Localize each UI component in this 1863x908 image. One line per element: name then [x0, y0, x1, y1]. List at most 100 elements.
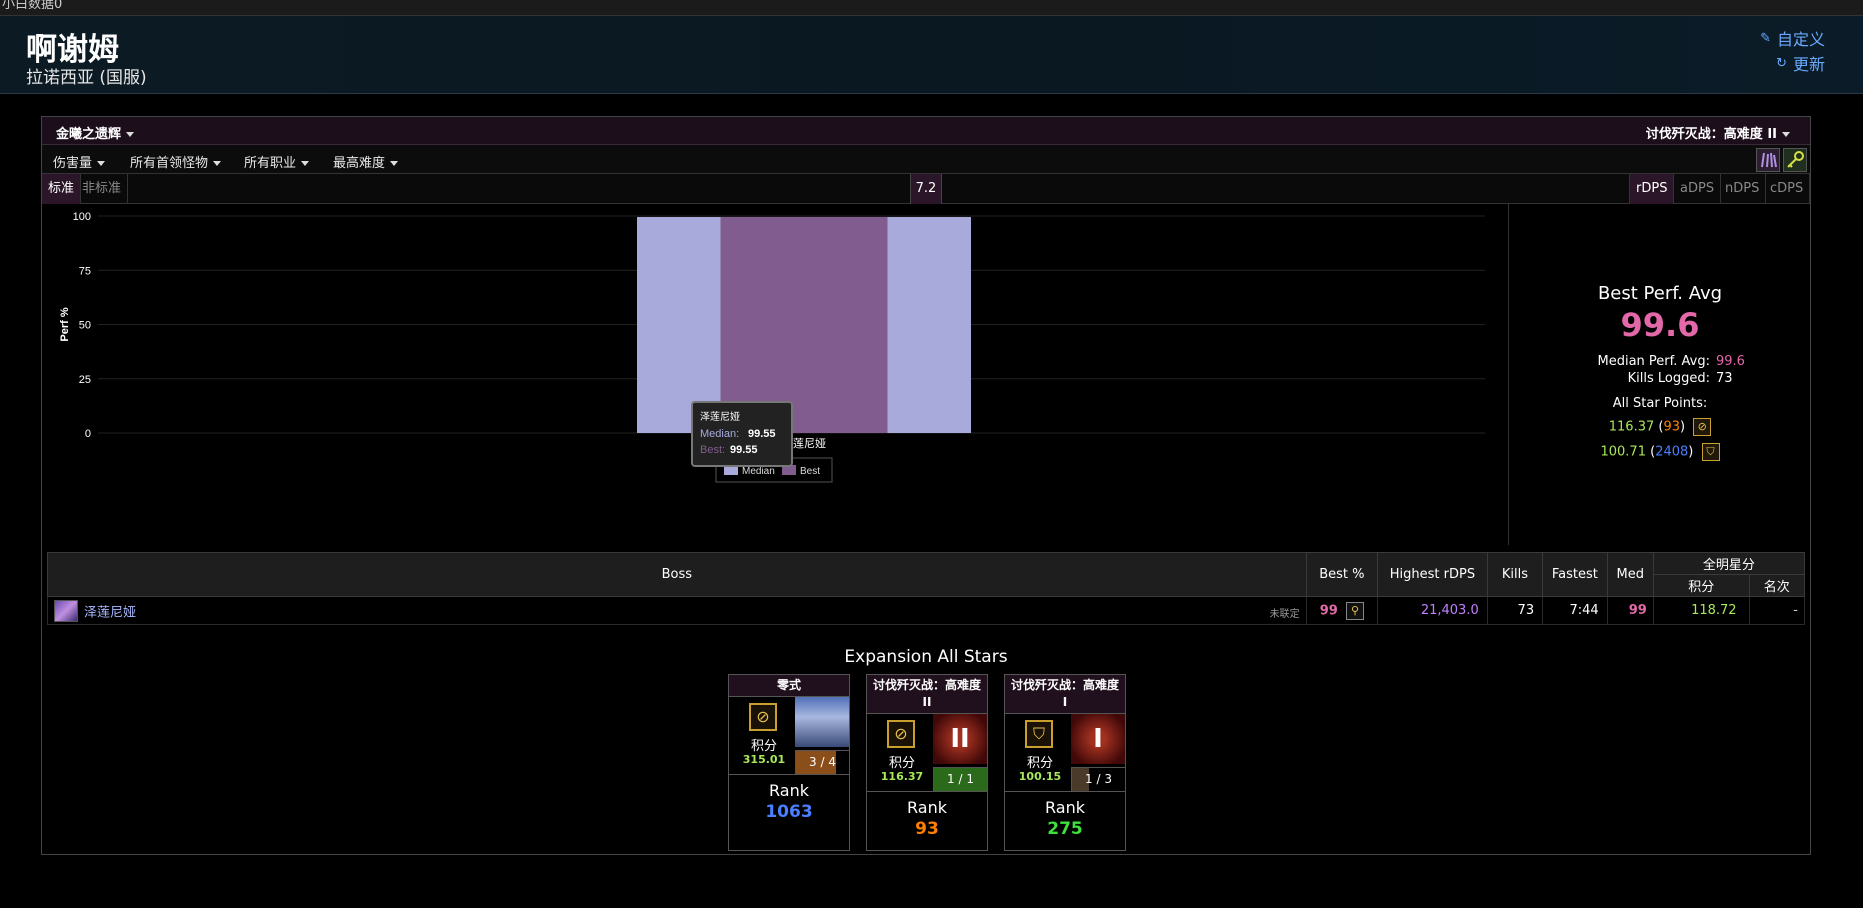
job-icon: ⚲	[1346, 601, 1364, 620]
chevron-down-icon	[126, 132, 135, 137]
all-star-1-points: 116.37	[1608, 419, 1655, 435]
highest-cell: 21,403.0	[1377, 596, 1488, 625]
rank-label: Rank	[907, 798, 947, 817]
job-icons-button[interactable]	[1756, 148, 1780, 172]
expansion-all-stars-title: Expansion All Stars	[844, 647, 1008, 667]
col-fastest[interactable]: Fastest	[1542, 552, 1608, 597]
card-body: ⊘ 积分 116.37 II 1 / 1	[867, 714, 987, 792]
progress-text: 1 / 1	[947, 772, 974, 786]
metric-filter[interactable]: 伤害量	[53, 152, 106, 171]
extreme-i-card[interactable]: 讨伐歼灭战：高难度 I ⛉ 积分 100.15 I 1 / 3 Rank 275	[1004, 674, 1126, 851]
points-label: 积分	[1026, 756, 1053, 771]
extreme-points-icon: ⊘	[887, 720, 915, 748]
all-star-points-2: 100.71 (2408) ⛉	[1510, 443, 1810, 461]
median-perf-label: Median Perf. Avg:	[1597, 354, 1711, 369]
y-tick-label: 50	[79, 320, 91, 332]
points-value: 100.15	[1018, 770, 1062, 783]
savage-card[interactable]: 零式 ⊘ 积分 315.01 3 / 4 Rank 1063	[728, 674, 850, 851]
ultimate-points-icon: ⊘	[1693, 418, 1712, 436]
patch-version[interactable]: 7.2	[910, 174, 942, 204]
col-boss[interactable]: Boss	[47, 552, 1307, 597]
job-filter-label: 所有职业	[244, 156, 297, 171]
refresh-icon: ↻	[1776, 55, 1787, 71]
rank-cell: -	[1748, 596, 1806, 625]
y-tick-label: 0	[85, 428, 91, 440]
legend-label-best: Best	[800, 466, 820, 477]
perf-chart: 0255075100Perf %泽莲尼娅Median Best泽莲尼娅Median…	[59, 211, 1485, 483]
chevron-down-icon	[213, 161, 222, 166]
key-button[interactable]	[1783, 148, 1807, 172]
chevron-down-icon	[97, 161, 106, 166]
tab-adps[interactable]: aDPS	[1674, 174, 1722, 204]
savage-zone-image	[795, 697, 849, 747]
tab-rdps[interactable]: rDPS	[1629, 174, 1675, 204]
shield-icon: ⛉	[1701, 443, 1720, 461]
best-perf-title: Best Perf. Avg	[1597, 283, 1723, 304]
progress-bar: 1 / 3	[1071, 767, 1125, 791]
all-star-points-label: All Star Points:	[1612, 396, 1708, 411]
median-perf-value: 99.6	[1716, 354, 1745, 369]
job-icons-icon	[1761, 152, 1777, 168]
extreme-ii-emblem-icon: II	[933, 714, 987, 764]
zone-label: 金曦之遗辉	[56, 127, 122, 142]
extreme-i-emblem-icon: I	[1071, 714, 1125, 764]
chevron-down-icon	[301, 161, 310, 166]
job-filter[interactable]: 所有职业	[244, 152, 310, 171]
standard-bar: 标准 非标准 7.2 rDPS aDPS nDPS cDPS	[42, 174, 1811, 204]
tooltip-best-value: 99.55	[730, 444, 758, 456]
all-star-2-rank: 2408	[1655, 444, 1689, 460]
boss-link[interactable]: 泽莲尼娅	[84, 605, 136, 620]
rankings-panel: 金曦之遗辉 讨伐歼灭战：高难度 II 伤害量 所有首领怪物 所有职业 最高难度 …	[41, 116, 1811, 855]
savage-points-icon: ⊘	[749, 703, 777, 731]
tab-cdps[interactable]: cDPS	[1764, 174, 1811, 204]
tab-nonstandard[interactable]: 非标准	[76, 174, 129, 204]
window-title-strip: 小白数据0	[0, 0, 1863, 16]
col-best[interactable]: Best %	[1305, 552, 1379, 597]
encounter-select[interactable]: 讨伐歼灭战：高难度 II	[1646, 123, 1790, 142]
extreme-ii-card[interactable]: 讨伐歼灭战：高难度 II ⊘ 积分 116.37 II 1 / 1 Rank 9…	[866, 674, 988, 851]
refresh-link[interactable]: ↻ 更新	[1776, 51, 1825, 75]
legend-label-median: Median	[742, 466, 775, 477]
progress-bar: 1 / 1	[933, 767, 987, 791]
boss-filter[interactable]: 所有首领怪物	[130, 152, 222, 171]
customize-link[interactable]: ✎ 自定义	[1760, 26, 1825, 50]
rank-value: 275	[1047, 819, 1083, 839]
all-star-points-1: 116.37 (93) ⊘	[1510, 418, 1810, 436]
all-star-2-points: 100.71	[1600, 444, 1646, 460]
card-rank: Rank 275	[1005, 798, 1125, 850]
col-kills[interactable]: Kills	[1486, 552, 1544, 597]
card-body: ⊘ 积分 315.01 3 / 4	[729, 697, 849, 775]
bar-best	[720, 216, 888, 433]
tooltip-median-label: Median:	[700, 428, 739, 440]
y-tick-label: 25	[79, 374, 91, 386]
difficulty-filter[interactable]: 最高难度	[333, 152, 399, 171]
points-value: 315.01	[742, 753, 786, 766]
tab-ndps[interactable]: nDPS	[1719, 174, 1767, 204]
zone-select[interactable]: 金曦之遗辉	[56, 123, 135, 142]
rank-value: 1063	[765, 802, 813, 822]
server-name: 拉诺西亚 (国服)	[26, 68, 147, 88]
col-rank[interactable]: 名次	[1748, 574, 1806, 597]
col-highest[interactable]: Highest rDPS	[1377, 552, 1488, 597]
metric-filter-label: 伤害量	[53, 156, 93, 171]
pencil-icon: ✎	[1760, 30, 1771, 46]
col-med[interactable]: Med	[1606, 552, 1654, 597]
rank-label: Rank	[1045, 798, 1085, 817]
tooltip-title: 泽莲尼娅	[700, 410, 740, 423]
points-label: 积分	[888, 756, 915, 771]
points-value: 116.37	[880, 770, 924, 783]
difficulty-filter-label: 最高难度	[333, 156, 386, 171]
col-points[interactable]: 积分	[1652, 574, 1750, 597]
progress-text: 1 / 3	[1085, 772, 1112, 786]
med-cell: 99	[1606, 596, 1654, 625]
kills-logged-label: Kills Logged:	[1627, 371, 1710, 386]
customize-label: 自定义	[1776, 30, 1825, 49]
best-perf-summary: Best Perf. Avg 99.6 Median Perf. Avg: 99…	[1510, 204, 1810, 545]
encounter-label: 讨伐歼灭战：高难度 II	[1645, 127, 1777, 142]
kills-cell: 73	[1486, 596, 1544, 625]
points-cell: 118.72	[1652, 596, 1750, 625]
boss-avatar	[54, 599, 78, 622]
fastest-cell: 7:44	[1542, 596, 1608, 625]
kills-logged-value: 73	[1716, 371, 1733, 386]
character-header: 啊谢姆 拉诺西亚 (国服) ✎ 自定义 ↻ 更新	[0, 16, 1863, 94]
